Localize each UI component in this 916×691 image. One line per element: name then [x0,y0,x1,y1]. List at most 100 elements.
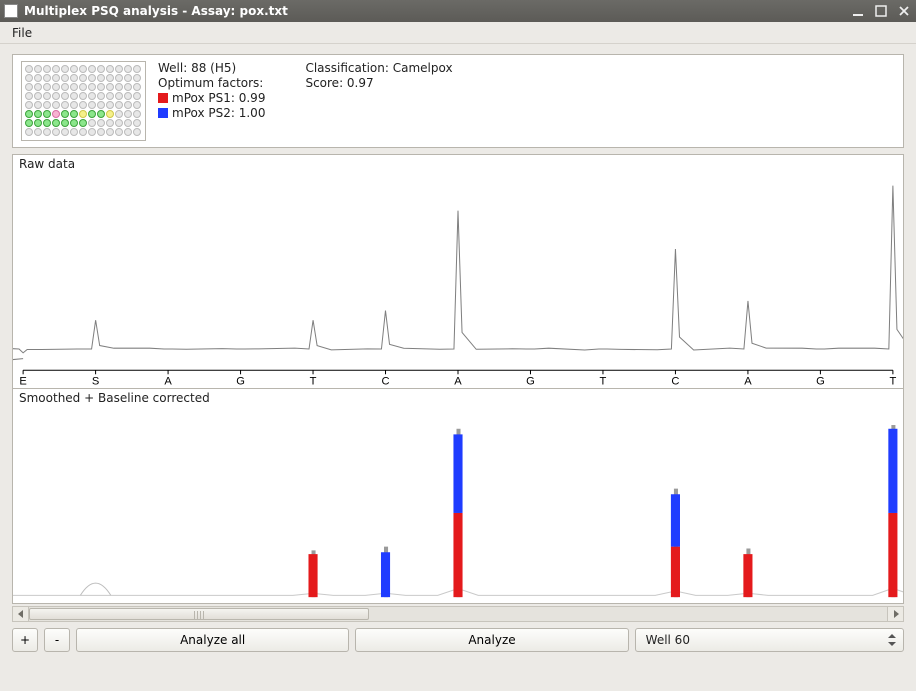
well-cell[interactable] [34,92,42,100]
well-cell[interactable] [88,119,96,127]
well-cell[interactable] [133,128,141,136]
well-cell[interactable] [34,128,42,136]
well-cell[interactable] [34,74,42,82]
well-cell[interactable] [70,119,78,127]
well-cell[interactable] [115,101,123,109]
close-button[interactable] [895,4,912,19]
well-cell[interactable] [52,128,60,136]
well-cell[interactable] [52,92,60,100]
well-cell[interactable] [43,92,51,100]
well-cell[interactable] [115,119,123,127]
well-plate[interactable] [21,61,146,141]
well-cell[interactable] [43,110,51,118]
well-cell[interactable] [25,92,33,100]
zoom-out-button[interactable]: - [44,628,70,652]
well-cell[interactable] [106,92,114,100]
scroll-right-arrow[interactable] [887,607,903,621]
well-cell[interactable] [52,110,60,118]
menu-file[interactable]: File [6,24,38,42]
well-cell[interactable] [43,128,51,136]
well-cell[interactable] [70,110,78,118]
well-cell[interactable] [34,65,42,73]
well-cell[interactable] [61,65,69,73]
well-cell[interactable] [43,119,51,127]
well-cell[interactable] [79,65,87,73]
well-cell[interactable] [43,74,51,82]
well-cell[interactable] [34,110,42,118]
well-cell[interactable] [52,83,60,91]
well-cell[interactable] [79,128,87,136]
well-cell[interactable] [133,83,141,91]
well-cell[interactable] [106,65,114,73]
well-cell[interactable] [61,83,69,91]
well-cell[interactable] [115,128,123,136]
well-cell[interactable] [124,128,132,136]
well-cell[interactable] [43,101,51,109]
analyze-button[interactable]: Analyze [355,628,628,652]
well-cell[interactable] [88,110,96,118]
well-cell[interactable] [133,92,141,100]
analyze-all-button[interactable]: Analyze all [76,628,349,652]
scroll-track[interactable] [29,607,887,621]
well-cell[interactable] [88,65,96,73]
well-cell[interactable] [88,92,96,100]
well-cell[interactable] [124,74,132,82]
well-cell[interactable] [25,65,33,73]
well-cell[interactable] [88,101,96,109]
well-cell[interactable] [115,83,123,91]
well-cell[interactable] [25,74,33,82]
well-cell[interactable] [25,101,33,109]
well-cell[interactable] [106,101,114,109]
well-cell[interactable] [88,74,96,82]
well-cell[interactable] [124,110,132,118]
well-cell[interactable] [34,83,42,91]
well-cell[interactable] [61,110,69,118]
scroll-thumb[interactable] [29,608,369,620]
well-cell[interactable] [97,74,105,82]
well-cell[interactable] [133,74,141,82]
well-cell[interactable] [124,101,132,109]
well-cell[interactable] [97,65,105,73]
horizontal-scrollbar[interactable] [12,606,904,622]
well-cell[interactable] [25,83,33,91]
well-cell[interactable] [133,119,141,127]
well-cell[interactable] [124,119,132,127]
well-cell[interactable] [106,128,114,136]
well-cell[interactable] [25,128,33,136]
well-cell[interactable] [43,83,51,91]
well-cell[interactable] [115,74,123,82]
well-cell[interactable] [124,83,132,91]
well-cell[interactable] [115,92,123,100]
well-cell[interactable] [97,83,105,91]
well-cell[interactable] [115,110,123,118]
well-cell[interactable] [61,119,69,127]
well-cell[interactable] [70,101,78,109]
well-cell[interactable] [25,110,33,118]
well-cell[interactable] [70,65,78,73]
well-cell[interactable] [88,83,96,91]
well-cell[interactable] [115,65,123,73]
well-cell[interactable] [97,92,105,100]
well-cell[interactable] [52,101,60,109]
well-cell[interactable] [79,83,87,91]
well-cell[interactable] [106,74,114,82]
well-cell[interactable] [70,74,78,82]
well-cell[interactable] [124,92,132,100]
well-cell[interactable] [34,101,42,109]
well-cell[interactable] [25,119,33,127]
well-cell[interactable] [88,128,96,136]
well-cell[interactable] [70,92,78,100]
well-cell[interactable] [133,110,141,118]
well-cell[interactable] [70,83,78,91]
well-cell[interactable] [106,119,114,127]
well-cell[interactable] [61,74,69,82]
well-cell[interactable] [79,74,87,82]
well-cell[interactable] [52,74,60,82]
well-cell[interactable] [124,65,132,73]
scroll-left-arrow[interactable] [13,607,29,621]
well-cell[interactable] [106,110,114,118]
well-cell[interactable] [79,92,87,100]
zoom-in-button[interactable]: + [12,628,38,652]
well-cell[interactable] [97,110,105,118]
well-cell[interactable] [52,119,60,127]
